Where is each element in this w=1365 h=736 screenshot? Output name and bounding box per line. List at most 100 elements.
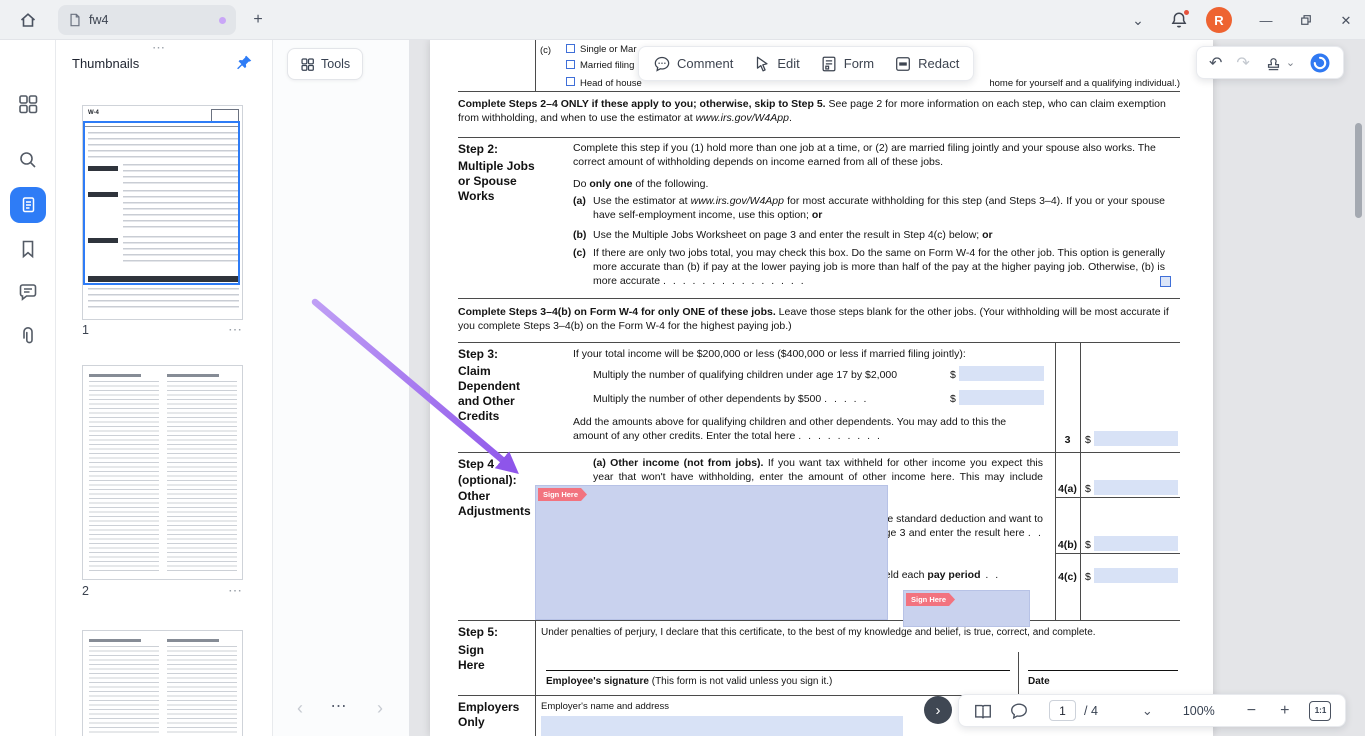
thumbnail-page-1[interactable]: W-4 xyxy=(82,105,243,320)
bookmarks-button[interactable] xyxy=(17,238,39,260)
step4-c-field[interactable] xyxy=(1094,568,1178,583)
signature-caption-rest: (This form is not valid unless you sign … xyxy=(649,676,832,687)
step4-c-payperiod: pay period xyxy=(927,569,980,581)
minimize-button[interactable]: — xyxy=(1256,10,1276,30)
thumbnails-panel-button[interactable] xyxy=(10,187,46,223)
restore-button[interactable] xyxy=(1296,10,1316,30)
actual-size-button[interactable]: 1:1 xyxy=(1309,701,1331,721)
tools-next-button[interactable]: › xyxy=(371,698,389,722)
document-tab[interactable]: fw4 xyxy=(58,5,236,35)
undo-button[interactable]: ↶ xyxy=(1209,53,1222,73)
step3-row-number: 3 xyxy=(1055,433,1080,447)
history-toolbar: ↶ ↷ ⌄ xyxy=(1196,46,1344,79)
page-total-label: / 4 xyxy=(1084,704,1098,718)
attachments-button[interactable] xyxy=(17,325,39,347)
step3-row2-field[interactable] xyxy=(959,390,1044,405)
pages-icon xyxy=(18,195,38,215)
step4-b-currency: $ xyxy=(1085,538,1091,552)
ai-assistant-button[interactable] xyxy=(1309,52,1331,74)
tab-list-chevron[interactable]: ⌄ xyxy=(1128,10,1148,30)
step2-two-jobs-checkbox[interactable] xyxy=(1160,276,1171,287)
tools-prev-button[interactable]: ‹ xyxy=(291,698,309,722)
step4-c-number: 4(c) xyxy=(1054,570,1081,584)
redo-button[interactable]: ↷ xyxy=(1236,53,1249,73)
notification-dot xyxy=(1184,10,1189,15)
filing-checkbox-married[interactable] xyxy=(566,60,575,69)
step2-p1: Complete this step if you (1) hold more … xyxy=(573,141,1165,169)
step4-a-field[interactable] xyxy=(1094,480,1178,495)
thumbnail-page-2[interactable] xyxy=(82,365,243,580)
comment-icon xyxy=(653,55,671,73)
step3-row3-leader: . . . . . . . . . xyxy=(798,430,882,442)
view-mode-chevron[interactable]: ⌄ xyxy=(1142,703,1153,719)
apps-grid-button[interactable] xyxy=(17,93,39,115)
step4-b-number: 4(b) xyxy=(1054,538,1081,552)
w4app-link: www.irs.gov/W4App xyxy=(696,112,789,124)
file-icon xyxy=(68,13,82,27)
vertical-scrollbar[interactable] xyxy=(1355,123,1362,218)
steps-intro: Complete Steps 2–4 ONLY if these apply t… xyxy=(458,97,1180,125)
comments-panel-button[interactable] xyxy=(17,281,39,303)
thumbnail-2-menu[interactable]: ⋯ xyxy=(228,582,242,599)
panel-drag-handle[interactable]: ⋯ xyxy=(152,40,166,56)
step2-a-or: or xyxy=(812,209,823,221)
employer-name-field[interactable] xyxy=(541,716,903,736)
home-button[interactable] xyxy=(14,6,42,34)
close-button[interactable]: ✕ xyxy=(1336,10,1356,30)
speech-bubble-icon xyxy=(1009,701,1029,721)
thumbnail-1-menu[interactable]: ⋯ xyxy=(228,321,242,338)
reading-mode-button[interactable] xyxy=(973,701,993,721)
step2-a-pre: Use the estimator at xyxy=(593,195,691,207)
step2-c-label: (c) xyxy=(573,246,586,260)
steps34-note-bold: Complete Steps 3–4(b) on Form W-4 for on… xyxy=(458,306,776,318)
signature-caption-bold: Employee's signature xyxy=(546,676,649,687)
step4-c-currency: $ xyxy=(1085,570,1091,584)
step2-item-a: (a)Use the estimator at www.irs.gov/W4Ap… xyxy=(573,194,1165,222)
comment-button[interactable]: Comment xyxy=(653,55,733,73)
step4-a-number: 4(a) xyxy=(1054,482,1081,496)
thumbnail-page-3[interactable] xyxy=(82,630,243,736)
redact-button[interactable]: Redact xyxy=(894,55,959,73)
filing-checkbox-single[interactable] xyxy=(566,44,575,53)
paperclip-icon xyxy=(17,325,39,347)
sign-here-flag-small: Sign Here xyxy=(906,593,955,606)
step3-row1-currency: $ xyxy=(950,368,956,382)
tools-button[interactable]: Tools xyxy=(287,48,363,80)
step2-p2: Do only one of the following. xyxy=(573,177,1165,191)
filing-checkbox-head[interactable] xyxy=(566,77,575,86)
signature-field-large[interactable]: Sign Here xyxy=(535,485,888,620)
page-number-input[interactable] xyxy=(1049,700,1076,721)
filing-c-label: (c) xyxy=(540,45,551,57)
notifications-button[interactable] xyxy=(1168,9,1190,31)
tools-more-button[interactable]: ⋯ xyxy=(327,696,351,720)
form-button[interactable]: Form xyxy=(820,55,874,73)
zoom-in-button[interactable]: + xyxy=(1280,702,1289,720)
stamp-button[interactable]: ⌄ xyxy=(1264,53,1295,72)
stamp-icon xyxy=(1264,53,1283,72)
step4-title: Other Adjustments xyxy=(458,489,542,519)
step3-label: Step 3: xyxy=(458,347,498,362)
toolbar-expand-button[interactable]: › xyxy=(924,696,952,724)
step4-a-currency: $ xyxy=(1085,482,1091,496)
zoom-out-button[interactable]: − xyxy=(1247,702,1256,720)
zoom-level-label[interactable]: 100% xyxy=(1183,704,1215,718)
step3-total-field[interactable] xyxy=(1094,431,1178,446)
sign-here-flag-large: Sign Here xyxy=(538,488,587,501)
step3-row2-leader: . . . . . xyxy=(824,393,868,405)
thumbnails-panel-title: Thumbnails xyxy=(72,56,139,71)
new-tab-button[interactable]: + xyxy=(248,10,268,30)
comments-toggle-button[interactable] xyxy=(1009,701,1029,721)
step4-b-field[interactable] xyxy=(1094,536,1178,551)
step2-item-b: (b)Use the Multiple Jobs Worksheet on pa… xyxy=(573,228,1165,242)
thumb1-form-mark: W-4 xyxy=(88,110,99,116)
step3-row1-field[interactable] xyxy=(959,366,1044,381)
user-avatar[interactable]: R xyxy=(1206,7,1232,33)
home-icon xyxy=(18,10,38,30)
pin-panel-button[interactable] xyxy=(234,53,254,73)
step4-a-bold: (a) Other income (not from jobs). xyxy=(593,457,763,469)
edit-button[interactable]: Edit xyxy=(753,55,799,73)
stamp-chevron-icon: ⌄ xyxy=(1286,56,1295,69)
signature-field-small[interactable]: Sign Here xyxy=(903,590,1030,627)
search-button[interactable] xyxy=(17,149,39,171)
step3-row2-text: Multiply the number of other dependents … xyxy=(593,392,948,406)
